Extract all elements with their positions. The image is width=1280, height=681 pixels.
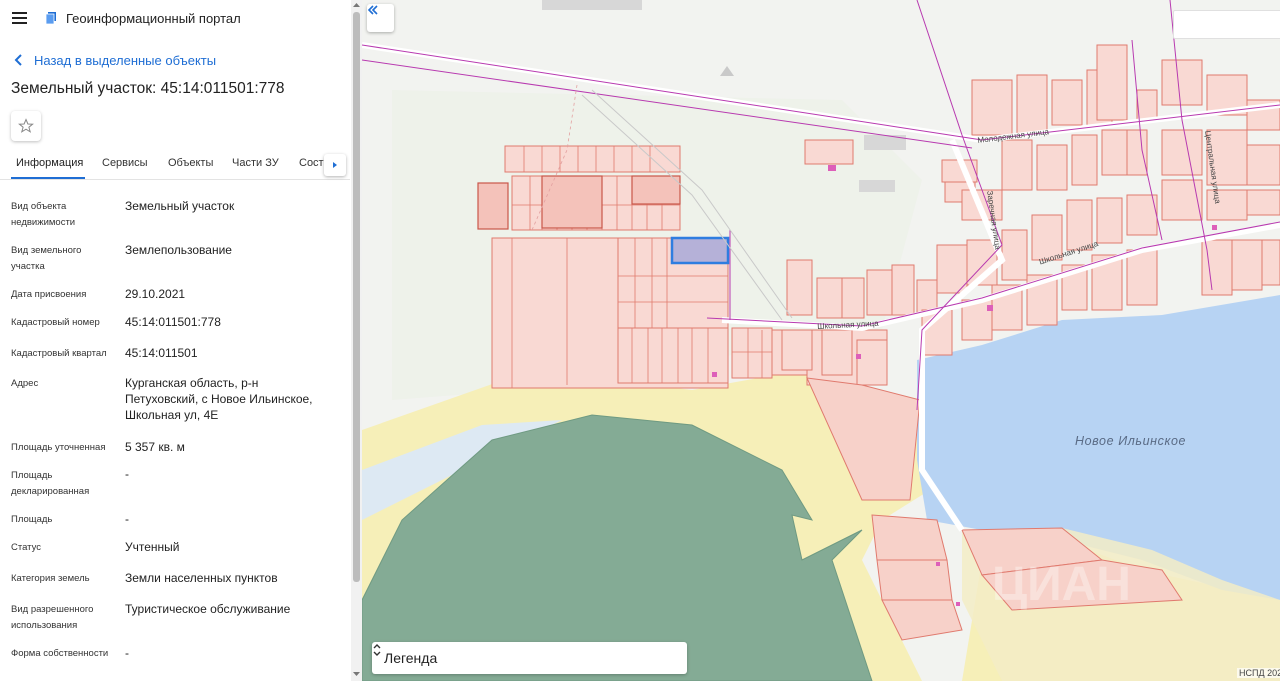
map-view[interactable]: ЦИАН Молодежная улица Школьная улица Шко… (362, 0, 1280, 681)
property-label: Вид земельного участка (11, 245, 82, 272)
selected-parcel[interactable] (670, 236, 730, 265)
property-value: Земли населенных пунктов (125, 571, 278, 585)
up-down-chevron-icon (373, 644, 381, 656)
property-value: 29.10.2021 (125, 287, 186, 301)
favorite-button[interactable] (11, 111, 41, 141)
property-value: - (125, 646, 129, 660)
property-label: Форма собственности (11, 648, 109, 659)
property-value: Земельный участок (125, 199, 235, 213)
property-label: Дата присвоения (11, 289, 87, 300)
property-label: Кадастровый номер (11, 317, 100, 328)
cadastral-number-value: 45:14:011501:778 (125, 315, 221, 329)
legend-label: Легенда (384, 650, 438, 666)
chevron-left-icon (14, 54, 22, 66)
tab-information[interactable]: Информация (16, 157, 83, 169)
hamburger-menu-icon[interactable] (12, 12, 27, 24)
property-label: Категория земель (11, 573, 90, 584)
property-label: Площадь уточненная (11, 442, 106, 453)
property-value: 45:14:011501 (125, 346, 198, 360)
tab-bar: Информация Сервисы Объекты Части ЗУ Сост… (0, 150, 350, 180)
page-title: Земельный участок: 45:14:011501:778 (11, 80, 285, 97)
property-label: Статус (11, 542, 42, 553)
property-value: - (125, 467, 129, 481)
property-value: Землепользование (125, 243, 232, 257)
property-label: Вид разрешенного использования (11, 604, 94, 631)
property-label: Кадастровый квартал (11, 348, 107, 359)
watermark: ЦИАН (992, 558, 1131, 611)
legend-dropdown[interactable]: Легенда (372, 642, 687, 674)
star-icon (18, 118, 34, 133)
collapse-panel-button[interactable] (367, 4, 394, 32)
map-search-box[interactable] (1173, 10, 1280, 39)
active-tab-indicator (11, 177, 85, 179)
tab-objects[interactable]: Объекты (168, 157, 213, 169)
property-label: Вид объекта недвижимости (11, 201, 76, 228)
back-to-selected-link[interactable]: Назад в выделенные объекты (12, 51, 216, 69)
tab-parcel-parts[interactable]: Части ЗУ (232, 157, 279, 169)
property-value: - (125, 512, 129, 526)
double-chevron-left-icon (367, 5, 378, 15)
address-value: Курганская область, р-н Петуховский, с Н… (125, 376, 313, 422)
app-title: Геоинформационный портал (66, 11, 241, 26)
property-label: Площадь (11, 514, 53, 525)
tabs-scroll-right-button[interactable] (324, 154, 346, 176)
back-link-label: Назад в выделенные объекты (34, 52, 217, 68)
scroll-up-arrow-icon[interactable] (353, 2, 360, 8)
property-value: Туристическое обслуживание (125, 602, 291, 616)
map-canvas[interactable]: ЦИАН (362, 0, 1280, 681)
tab-services[interactable]: Сервисы (102, 157, 148, 169)
lake-label: Новое Ильинское (1075, 434, 1187, 448)
scroll-down-arrow-icon[interactable] (353, 671, 360, 677)
property-label: Адрес (11, 378, 39, 389)
property-label: Площадь декларированная (11, 470, 90, 497)
status-value: Учтенный (125, 540, 180, 554)
panel-scrollbar[interactable] (351, 0, 362, 681)
scrollbar-thumb[interactable] (353, 12, 360, 582)
app-header: Геоинформационный портал (0, 0, 350, 38)
map-attribution: НСПД 2024 (1237, 668, 1280, 678)
area-value: 5 357 кв. м (125, 440, 185, 454)
caret-right-icon (333, 162, 337, 168)
portal-logo-icon (45, 12, 56, 25)
object-info-panel: Геоинформационный портал Назад в выделен… (0, 0, 362, 681)
